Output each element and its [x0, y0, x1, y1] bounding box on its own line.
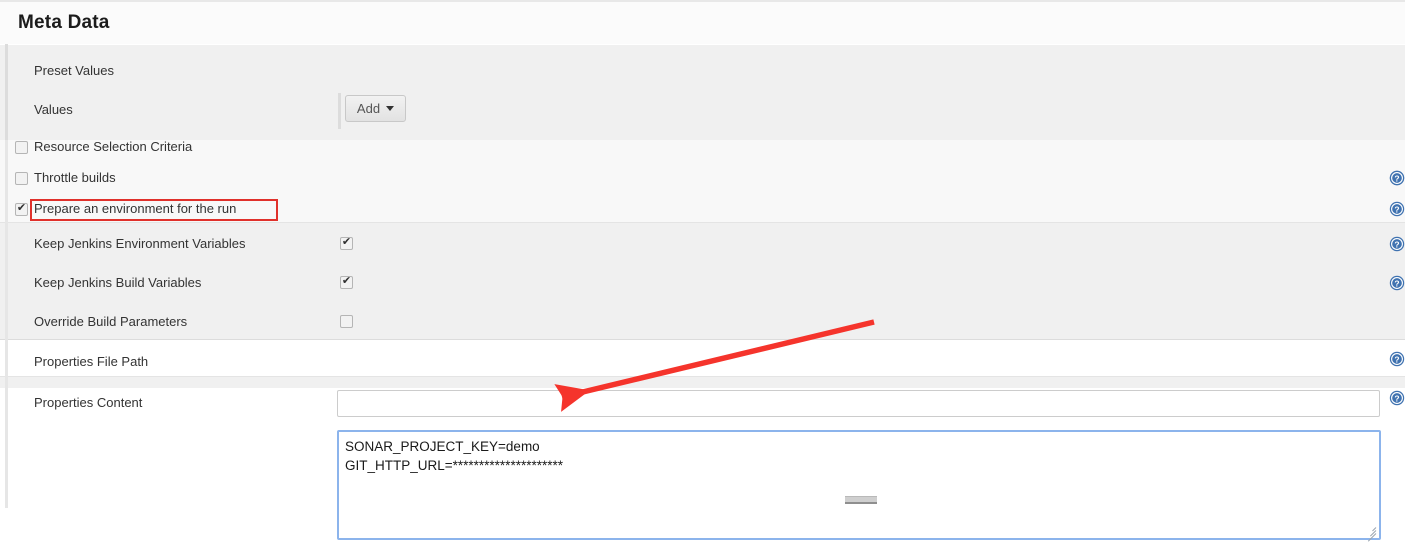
help-icon-prepare-environment[interactable]: ? [1389, 201, 1405, 217]
label-keep-build-variables: Keep Jenkins Build Variables [34, 275, 202, 290]
checkbox-throttle-builds[interactable] [15, 172, 28, 185]
chevron-down-icon [386, 106, 395, 111]
help-icon-keep-build-variables[interactable]: ? [1389, 275, 1405, 291]
textarea-drag-handle[interactable] [845, 496, 877, 504]
svg-text:?: ? [1394, 205, 1399, 215]
preset-values-band [0, 44, 1405, 140]
svg-text:?: ? [1394, 174, 1399, 184]
label-prepare-environment: Prepare an environment for the run [34, 201, 237, 216]
label-resource-selection-criteria: Resource Selection Criteria [34, 139, 193, 154]
label-keep-environment-variables: Keep Jenkins Environment Variables [34, 236, 246, 251]
label-properties-file-path: Properties File Path [34, 354, 149, 369]
page-title: Meta Data [18, 12, 110, 33]
label-throttle-builds: Throttle builds [34, 170, 116, 185]
help-icon-properties-content[interactable]: ? [1389, 390, 1405, 406]
svg-text:?: ? [1394, 355, 1399, 365]
label-properties-content: Properties Content [34, 395, 143, 410]
properties-file-path-input[interactable] [337, 390, 1380, 417]
checkbox-prepare-environment[interactable] [15, 201, 28, 216]
svg-text:?: ? [1394, 394, 1399, 404]
file-path-band [0, 340, 1405, 376]
add-button-rail [338, 93, 341, 129]
spacer-band [0, 376, 1405, 388]
left-rail-preset [5, 44, 8, 140]
page-header: Meta Data [0, 0, 1405, 44]
add-button-label: Add [356, 101, 381, 116]
checkbox-keep-build-variables[interactable] [340, 274, 353, 289]
label-override-build-parameters: Override Build Parameters [34, 314, 188, 329]
values-label: Values [34, 102, 73, 117]
svg-text:?: ? [1394, 240, 1399, 250]
properties-content-textarea[interactable] [337, 430, 1381, 540]
svg-text:?: ? [1394, 279, 1399, 289]
help-icon-throttle-builds[interactable]: ? [1389, 170, 1405, 186]
preset-values-label: Preset Values [34, 63, 114, 78]
add-button[interactable]: Add [345, 95, 406, 122]
checkbox-override-build-parameters[interactable] [340, 315, 353, 328]
checkbox-resource-selection-criteria[interactable] [15, 141, 28, 154]
left-rail-body [5, 140, 8, 508]
help-icon-keep-environment-variables[interactable]: ? [1389, 236, 1405, 252]
checkbox-keep-environment-variables[interactable] [340, 235, 353, 250]
help-icon-properties-file-path[interactable]: ? [1389, 351, 1405, 367]
meta-data-form: Preset Values Values Add Resource Select… [0, 44, 1405, 542]
properties-content-wrapper [337, 430, 1381, 542]
